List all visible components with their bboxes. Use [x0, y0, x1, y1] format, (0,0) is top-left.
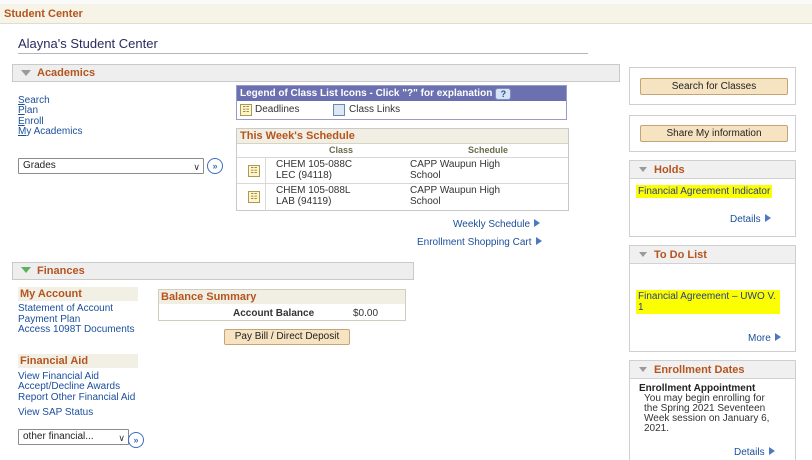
schedule-title: This Week's Schedule	[237, 129, 568, 144]
deadlines-icon[interactable]: ☷	[248, 191, 260, 203]
col-header-schedule: Schedule	[468, 145, 509, 155]
enrollment-details-link[interactable]: Details	[734, 447, 775, 458]
finances-section-header[interactable]: Finances	[12, 262, 414, 280]
enrollment-appointment-text: You may begin enrolling for the Spring 2…	[644, 394, 769, 434]
academics-select-value: Grades	[23, 160, 56, 171]
todo-box: To Do List Financial Agreement – UWO V. …	[629, 245, 796, 352]
academics-section-label: Academics	[37, 67, 96, 79]
enrollment-details-label: Details	[734, 447, 765, 458]
legend-header: Legend of Class List Icons - Click "?" f…	[237, 86, 566, 101]
finances-select-value: other financial...	[23, 431, 94, 442]
search-classes-button[interactable]: Search for Classes	[640, 78, 788, 95]
collapse-triangle-icon[interactable]	[639, 167, 647, 172]
page-header-title: Student Center	[4, 8, 83, 20]
holds-title: Holds	[654, 164, 685, 176]
holds-details-link[interactable]: Details	[730, 214, 771, 225]
class-cell: CHEM 105-088C LEC (94118)	[265, 158, 398, 185]
enrollment-dates-title: Enrollment Dates	[654, 364, 745, 376]
class-cell: CHEM 105-088L LAB (94119)	[265, 184, 398, 211]
enrollment-text-line: 2021.	[644, 423, 670, 434]
todo-item-line2: 1	[638, 302, 644, 313]
todo-item[interactable]: Financial Agreement – UWO V. 1	[636, 290, 780, 314]
collapse-triangle-icon[interactable]	[21, 267, 31, 273]
right-arrow-icon	[768, 447, 775, 455]
financial-aid-title: Financial Aid	[18, 354, 138, 368]
accept-decline-awards-link[interactable]: Accept/Decline Awards	[18, 381, 120, 392]
plan-link[interactable]: Plan	[18, 105, 38, 116]
access-1098t-link[interactable]: Access 1098T Documents	[18, 324, 135, 335]
class-name: CHEM 105-088C	[276, 159, 353, 170]
weekly-schedule-table: This Week's Schedule Class Schedule ☷ CH…	[236, 128, 569, 211]
chevron-down-icon: ∨	[118, 433, 125, 443]
enrollment-dates-header[interactable]: Enrollment Dates	[630, 361, 795, 379]
todo-header[interactable]: To Do List	[630, 246, 795, 264]
help-icon[interactable]: ?	[495, 88, 512, 100]
collapse-triangle-icon[interactable]	[21, 70, 31, 76]
todo-more-label: More	[748, 333, 771, 344]
search-classes-box: Search for Classes	[629, 67, 796, 105]
legend-deadlines-label: Deadlines	[255, 104, 300, 115]
class-section: LEC (94118)	[276, 170, 332, 181]
weekly-schedule-label: Weekly Schedule	[453, 219, 531, 230]
right-arrow-icon	[764, 214, 771, 222]
collapse-triangle-icon[interactable]	[639, 252, 647, 257]
collapse-triangle-icon[interactable]	[639, 367, 647, 372]
my-account-title: My Account	[18, 287, 138, 301]
class-section: LAB (94119)	[276, 196, 332, 207]
table-row: ☷ CHEM 105-088L LAB (94119) CAPP Waupun …	[237, 183, 568, 211]
finances-section-label: Finances	[37, 265, 85, 277]
col-header-class: Class	[329, 145, 354, 155]
holds-details-label: Details	[730, 214, 761, 225]
top-bar: Student Center	[0, 0, 812, 24]
go-arrow-icon[interactable]: »	[207, 158, 223, 174]
schedule-location-2: School	[410, 170, 441, 181]
pay-bill-button[interactable]: Pay Bill / Direct Deposit	[224, 329, 350, 345]
finances-select[interactable]: other financial... ∨	[18, 429, 129, 445]
weekly-schedule-link[interactable]: Weekly Schedule	[453, 219, 541, 230]
deadlines-icon[interactable]: ☷	[248, 165, 260, 177]
share-info-box: Share My information	[629, 115, 796, 152]
account-balance-value: $0.00	[353, 308, 379, 319]
share-info-button[interactable]: Share My information	[640, 125, 788, 142]
title-divider	[18, 53, 588, 54]
legend-title: Legend of Class List Icons - Click "?" f…	[240, 88, 493, 99]
right-arrow-icon	[774, 333, 781, 341]
todo-more-link[interactable]: More	[748, 333, 781, 344]
right-arrow-icon	[535, 237, 542, 245]
table-row: ☷ CHEM 105-088C LEC (94118) CAPP Waupun …	[237, 157, 568, 185]
shopping-cart-label: Enrollment Shopping Cart	[417, 237, 532, 248]
account-balance-label: Account Balance	[233, 308, 315, 319]
todo-title: To Do List	[654, 249, 707, 261]
go-arrow-icon[interactable]: »	[128, 432, 144, 448]
academics-section-header[interactable]: Academics	[12, 64, 620, 82]
balance-summary: Balance Summary Account Balance $0.00	[158, 289, 406, 321]
deadlines-icon: ☷	[240, 104, 252, 116]
schedule-location: CAPP Waupun High	[410, 185, 501, 196]
right-arrow-icon	[534, 219, 541, 227]
class-icons-legend: Legend of Class List Icons - Click "?" f…	[236, 85, 567, 120]
chevron-down-icon: ∨	[193, 162, 200, 172]
holds-box: Holds Financial Agreement Indicator Deta…	[629, 160, 796, 237]
academics-select[interactable]: Grades ∨	[18, 158, 204, 174]
view-sap-status-link[interactable]: View SAP Status	[18, 407, 93, 418]
enrollment-dates-box: Enrollment Dates Enrollment Appointment …	[629, 360, 796, 460]
holds-header[interactable]: Holds	[630, 161, 795, 179]
shopping-cart-link[interactable]: Enrollment Shopping Cart	[417, 237, 542, 248]
legend-class-links-label: Class Links	[349, 104, 401, 115]
page-title: Alayna's Student Center	[18, 36, 158, 51]
hold-item[interactable]: Financial Agreement Indicator	[636, 185, 773, 198]
todo-item-line1: Financial Agreement – UWO V.	[638, 291, 777, 302]
balance-summary-title: Balance Summary	[159, 290, 405, 304]
my-academics-link[interactable]: My Academics	[18, 126, 82, 137]
class-links-icon	[333, 104, 345, 116]
report-other-aid-link[interactable]: Report Other Financial Aid	[18, 392, 135, 403]
schedule-location: CAPP Waupun High	[410, 159, 501, 170]
statement-of-account-link[interactable]: Statement of Account	[18, 303, 113, 314]
schedule-location-2: School	[410, 196, 441, 207]
class-name: CHEM 105-088L	[276, 185, 351, 196]
